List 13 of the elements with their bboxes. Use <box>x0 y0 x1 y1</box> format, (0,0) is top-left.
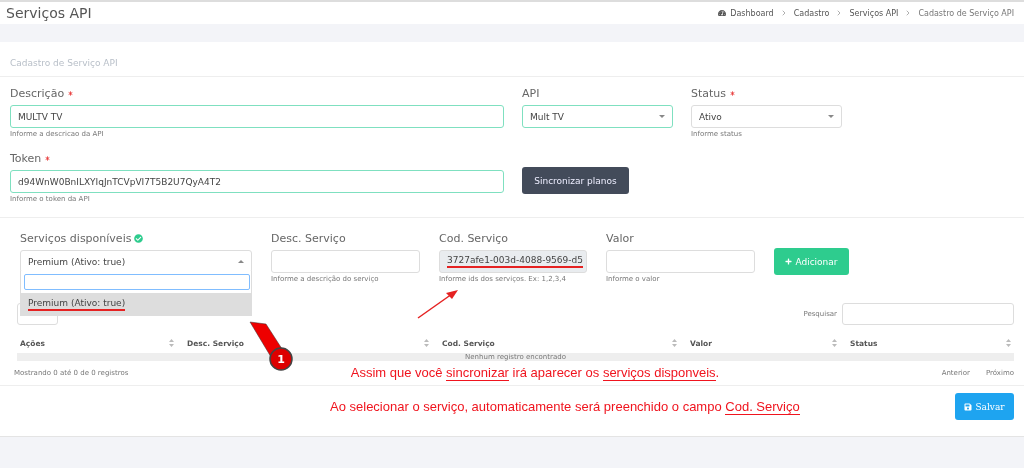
annotation-note: Ao selecionar o serviço, automaticamente será preenchido o campo Cod. Serviço <box>330 398 800 415</box>
field-label: Valor <box>606 232 635 245</box>
field-label: Descrição <box>10 87 504 100</box>
badge-number: 1 <box>277 353 285 366</box>
annotation-note: Assim que você sincronizar irá aparecer os serviços disponveis. <box>350 365 720 381</box>
field-label: Status <box>691 87 842 100</box>
field-label: Cod. Serviço <box>439 232 509 245</box>
field-label: Desc. Serviço <box>271 232 347 245</box>
card-title: Cadastro de Serviço API <box>10 58 118 68</box>
field-label: Token <box>10 152 504 165</box>
field-label: API <box>522 87 541 100</box>
field-label: Serviços disponíveis <box>20 232 252 245</box>
page-title: Serviços API <box>6 5 92 21</box>
